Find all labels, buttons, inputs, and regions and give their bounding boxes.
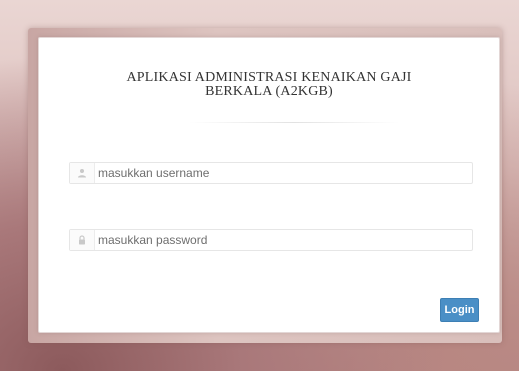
- login-card: APLIKASI ADMINISTRASI KENAIKAN GAJI BERK…: [38, 37, 500, 333]
- password-field[interactable]: [69, 229, 473, 251]
- password-input[interactable]: [98, 231, 458, 249]
- username-field[interactable]: [69, 162, 473, 184]
- app-title: APLIKASI ADMINISTRASI KENAIKAN GAJI BERK…: [39, 71, 499, 99]
- app-title-line-1: APLIKASI ADMINISTRASI KENAIKAN GAJI: [126, 70, 412, 85]
- login-button[interactable]: Login: [440, 298, 479, 322]
- username-input[interactable]: [98, 164, 458, 182]
- user-icon: [70, 163, 95, 183]
- title-divider: [189, 122, 399, 123]
- lock-icon: [70, 230, 95, 250]
- app-title-line-2: BERKALA (A2KGB): [205, 84, 333, 99]
